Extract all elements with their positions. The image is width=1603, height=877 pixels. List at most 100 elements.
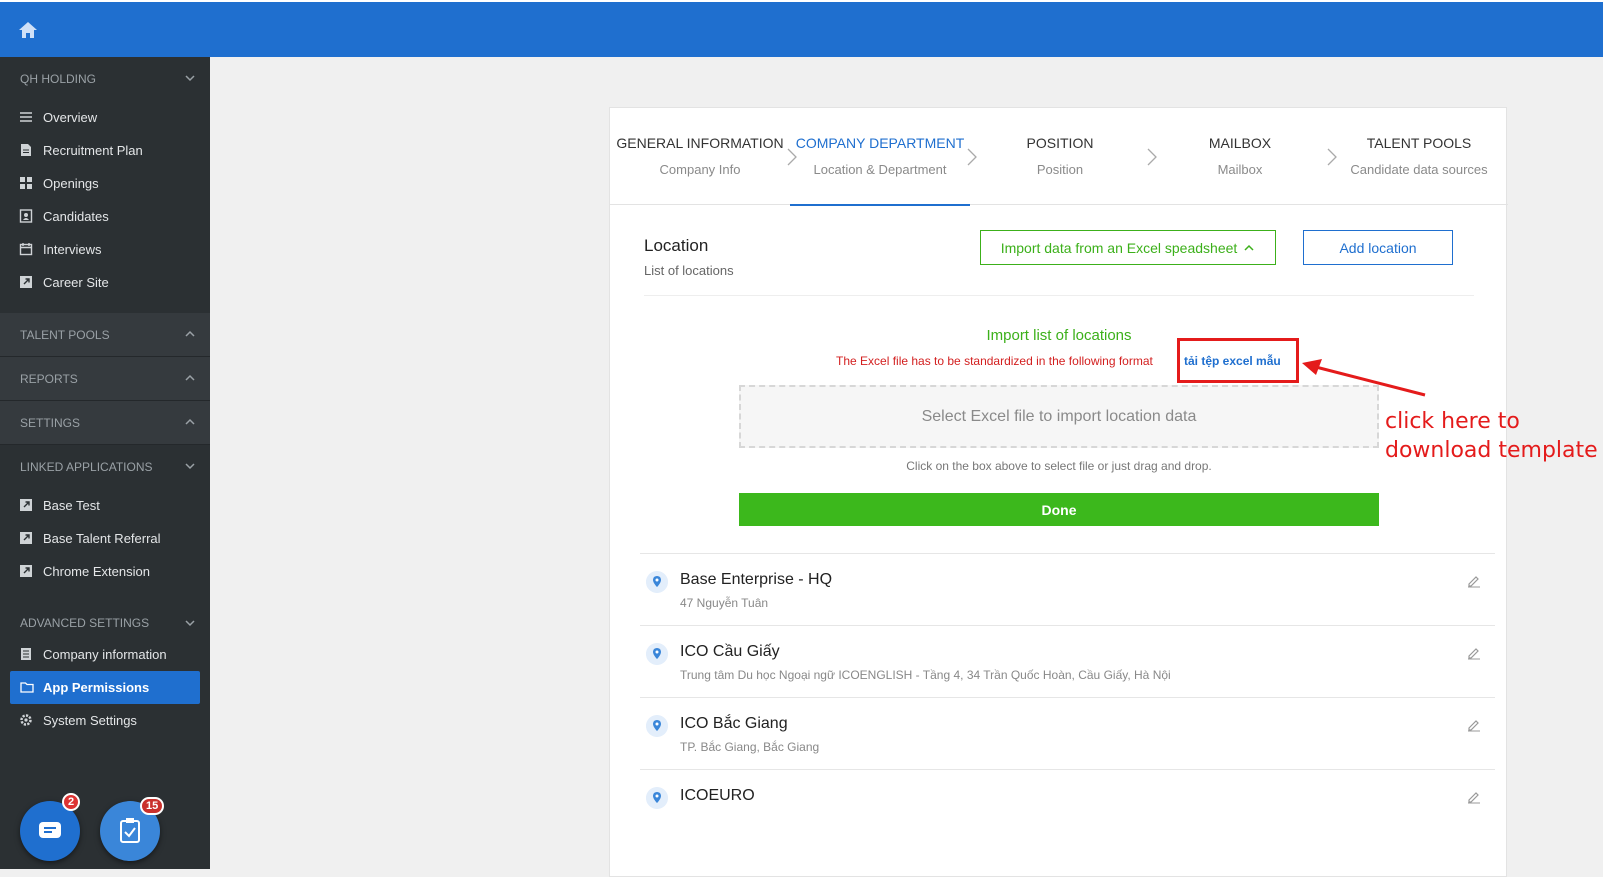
location-name: ICO Bắc Giang xyxy=(680,715,788,732)
sidebar-item-chrome-extension[interactable]: Chrome Extension xyxy=(0,555,210,588)
location-address: TP. Bắc Giang, Bắc Giang xyxy=(680,740,820,754)
home-icon[interactable] xyxy=(18,20,38,40)
step-general-information[interactable]: GENERAL INFORMATION Company Info xyxy=(610,108,790,205)
steps-bar: GENERAL INFORMATION Company Info COMPANY… xyxy=(610,108,1508,206)
annotation-text: click here to download template xyxy=(1385,407,1598,465)
import-format-note: The Excel file has to be standardized in… xyxy=(836,354,1153,368)
location-list: Base Enterprise - HQ 47 Nguyễn Tuân ICO … xyxy=(640,553,1495,841)
dropzone-help: Click on the box above to select file or… xyxy=(906,459,1212,473)
chat-button[interactable]: 2 xyxy=(20,793,81,861)
external-link-icon xyxy=(20,276,32,288)
step-talent-pools[interactable]: TALENT POOLS Candidate data sources xyxy=(1330,108,1508,205)
active-step-underline xyxy=(790,204,970,206)
chevron-up-icon xyxy=(185,418,195,425)
folder-icon xyxy=(20,682,34,693)
sidebar: QH HOLDING Overview Recruitment Plan Ope… xyxy=(0,57,210,869)
external-link-icon xyxy=(20,499,32,511)
step-mailbox[interactable]: MAILBOX Mailbox xyxy=(1150,108,1330,205)
location-pin-icon xyxy=(646,787,668,809)
sidebar-item-label: Chrome Extension xyxy=(43,564,150,579)
step-subtitle: Candidate data sources xyxy=(1350,162,1488,177)
step-title: TALENT POOLS xyxy=(1366,135,1472,151)
list-item[interactable]: ICOEURO xyxy=(640,769,1495,841)
edit-icon[interactable] xyxy=(1467,790,1481,804)
chevron-down-icon xyxy=(185,620,195,627)
sidebar-item-label: Career Site xyxy=(43,275,109,290)
step-title: MAILBOX xyxy=(1208,135,1272,151)
sidebar-item-system-settings[interactable]: System Settings xyxy=(0,704,210,737)
section-label: SETTINGS xyxy=(20,415,81,430)
sidebar-item-app-permissions[interactable]: App Permissions xyxy=(10,671,200,704)
sidebar-item-company-information[interactable]: Company information xyxy=(0,638,210,671)
sidebar-item-openings[interactable]: Openings xyxy=(0,167,210,200)
document-icon xyxy=(21,648,31,660)
annotation-arrow xyxy=(1302,359,1426,397)
calendar-icon xyxy=(19,243,33,256)
sidebar-item-interviews[interactable]: Interviews xyxy=(0,233,210,266)
location-pin-icon xyxy=(646,571,668,593)
contact-icon xyxy=(19,209,33,223)
location-name: ICO Cầu Giấy xyxy=(680,643,780,660)
section-qh-holding[interactable]: QH HOLDING xyxy=(0,57,210,101)
import-excel-label: Import data from an Excel speadsheet xyxy=(1000,239,1238,256)
step-position[interactable]: POSITION Position xyxy=(970,108,1150,205)
sidebar-item-label: App Permissions xyxy=(43,680,150,695)
sidebar-item-label: Base Test xyxy=(43,498,100,513)
edit-icon[interactable] xyxy=(1467,718,1481,732)
import-excel-button[interactable]: Import data from an Excel speadsheet xyxy=(980,230,1276,265)
section-label: QH HOLDING xyxy=(20,72,97,86)
location-address: Trung tâm Du học Ngoại ngữ ICOENGLISH - … xyxy=(680,668,1171,682)
section-talent-pools[interactable]: TALENT POOLS xyxy=(0,313,210,357)
step-title: COMPANY DEPARTMENT xyxy=(795,135,965,151)
location-address: 47 Nguyễn Tuân xyxy=(680,596,769,610)
sidebar-item-recruitment-plan[interactable]: Recruitment Plan xyxy=(0,134,210,167)
location-pin-icon xyxy=(646,643,668,665)
chevron-up-icon xyxy=(185,374,195,381)
edit-icon[interactable] xyxy=(1467,574,1481,588)
list-item[interactable]: ICO Bắc Giang TP. Bắc Giang, Bắc Giang xyxy=(640,697,1495,769)
edit-icon[interactable] xyxy=(1467,646,1481,660)
sidebar-item-base-talent-referral[interactable]: Base Talent Referral xyxy=(0,522,210,555)
section-advanced-settings[interactable]: ADVANCED SETTINGS xyxy=(0,608,210,638)
step-company-department[interactable]: COMPANY DEPARTMENT Location & Department xyxy=(790,108,970,206)
external-link-icon xyxy=(20,532,32,544)
section-label: REPORTS xyxy=(20,371,78,386)
sidebar-item-label: Recruitment Plan xyxy=(43,143,143,158)
sidebar-item-label: System Settings xyxy=(43,713,137,728)
section-label: TALENT POOLS xyxy=(20,327,110,342)
annotation-line1: click here to xyxy=(1385,409,1520,434)
chevron-up-icon xyxy=(185,330,195,337)
section-reports[interactable]: REPORTS xyxy=(0,357,210,401)
section-label: ADVANCED SETTINGS xyxy=(20,616,150,630)
tasks-button[interactable]: 15 xyxy=(100,797,165,861)
grid-icon xyxy=(20,177,32,189)
sidebar-item-candidates[interactable]: Candidates xyxy=(0,200,210,233)
file-dropzone[interactable]: Select Excel file to import location dat… xyxy=(739,385,1379,448)
section-settings[interactable]: SETTINGS xyxy=(0,401,210,445)
import-title: Import list of locations xyxy=(986,327,1132,344)
top-bar xyxy=(0,0,1603,57)
location-title: Location xyxy=(644,236,709,255)
setup-card: GENERAL INFORMATION Company Info COMPANY… xyxy=(609,107,1508,877)
section-linked-applications[interactable]: LINKED APPLICATIONS xyxy=(0,445,210,489)
document-icon xyxy=(21,144,31,156)
section-label: LINKED APPLICATIONS xyxy=(20,460,153,474)
menu-icon xyxy=(20,112,32,122)
location-subtitle: List of locations xyxy=(644,263,734,278)
sidebar-item-label: Company information xyxy=(43,647,167,662)
sidebar-item-label: Interviews xyxy=(43,242,102,257)
done-button[interactable]: Done xyxy=(739,493,1379,526)
annotation-line2: download template xyxy=(1385,438,1598,463)
list-item[interactable]: Base Enterprise - HQ 47 Nguyễn Tuân xyxy=(640,553,1495,625)
sidebar-item-career-site[interactable]: Career Site xyxy=(0,266,210,299)
external-link-icon xyxy=(20,565,32,577)
step-subtitle: Company Info xyxy=(659,162,741,177)
list-item[interactable]: ICO Cầu Giấy Trung tâm Du học Ngoại ngữ … xyxy=(640,625,1495,697)
chat-badge: 2 xyxy=(62,793,81,811)
sidebar-item-overview[interactable]: Overview xyxy=(0,101,210,134)
step-subtitle: Position xyxy=(1036,162,1084,177)
sidebar-item-base-test[interactable]: Base Test xyxy=(0,489,210,522)
chevron-down-icon xyxy=(185,75,195,82)
add-location-button[interactable]: Add location xyxy=(1303,230,1453,265)
location-pin-icon xyxy=(646,715,668,737)
